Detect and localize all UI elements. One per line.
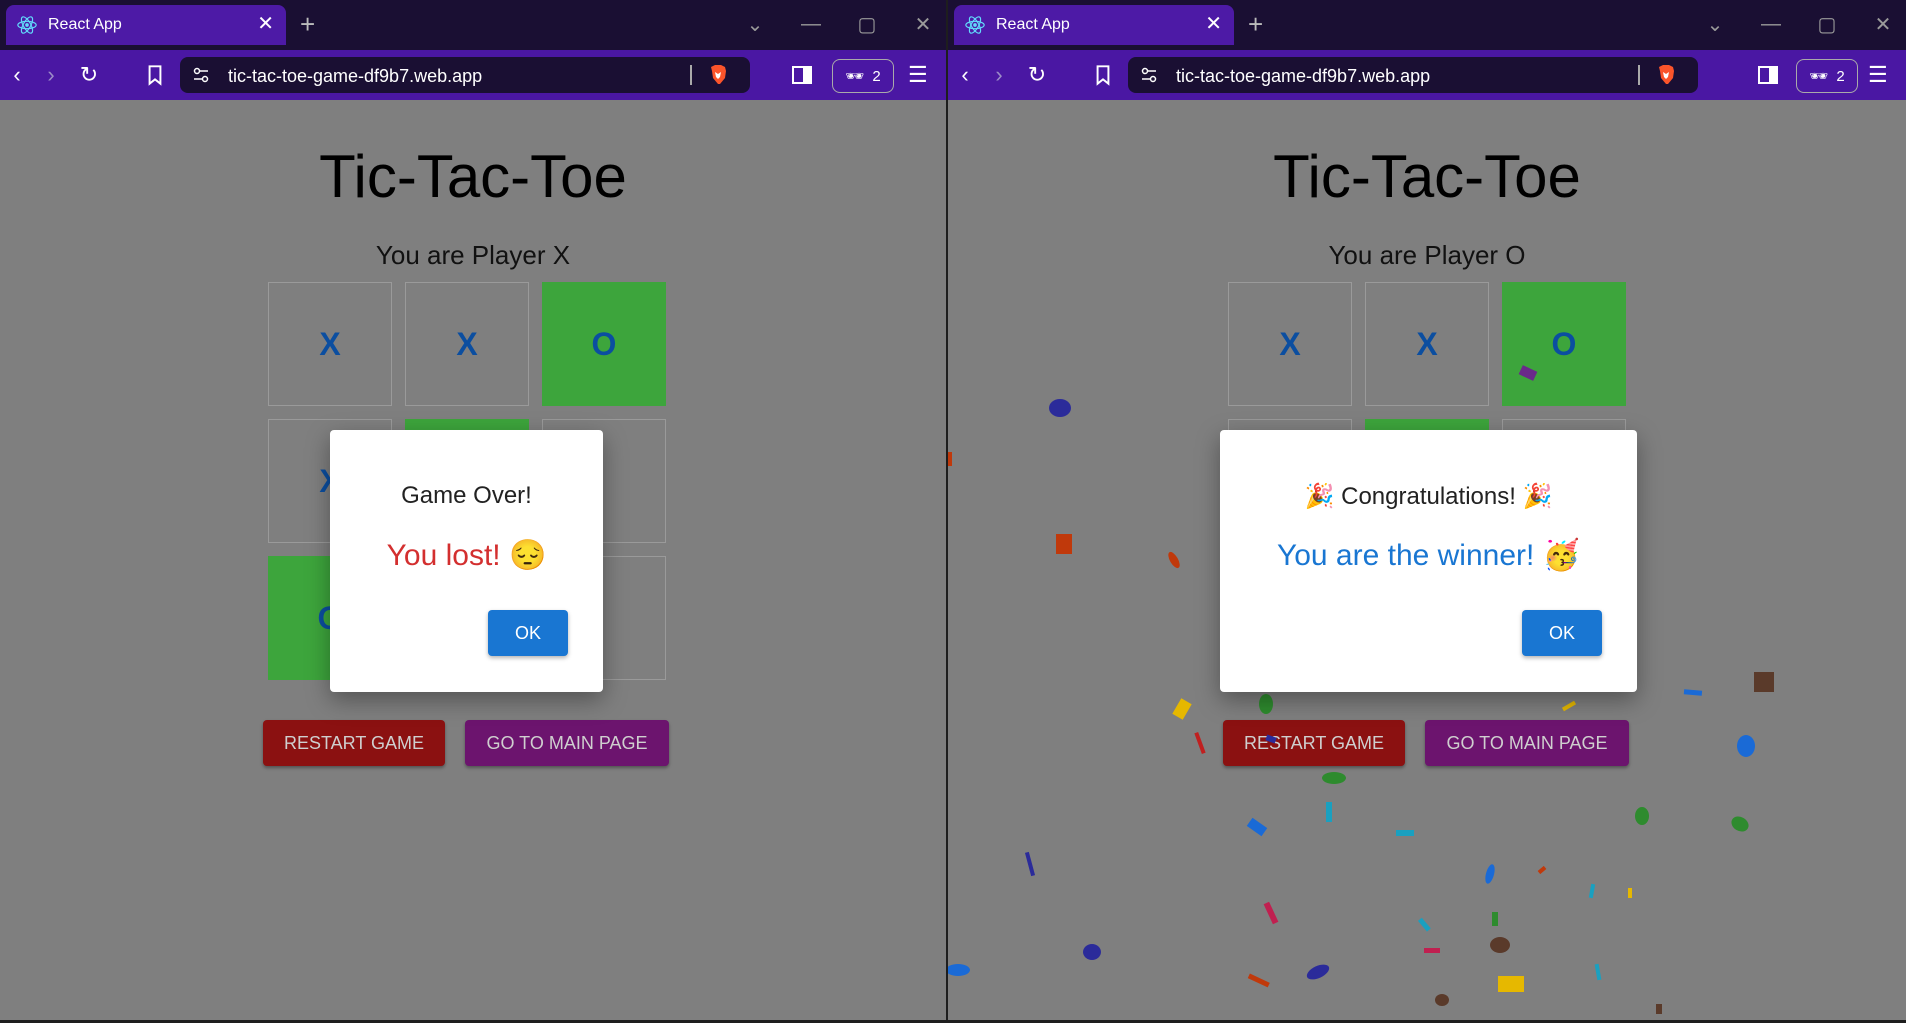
close-window-icon[interactable]: ✕: [1870, 12, 1896, 37]
page-title: Tic-Tac-Toe: [1273, 143, 1581, 210]
window-controls: ⌄ — ▢ ✕: [1702, 12, 1896, 37]
board-cell[interactable]: X: [1365, 282, 1489, 406]
tab-search-icon[interactable]: ⌄: [742, 12, 768, 37]
brave-lion-icon[interactable]: [708, 64, 728, 86]
game-over-dialog: Game Over! You lost! 😔 OK: [330, 430, 603, 692]
url-text: tic-tac-toe-game-df9b7.web.app: [228, 66, 483, 86]
board-cell[interactable]: X: [405, 282, 529, 406]
dialog-title: Game Over!: [401, 482, 532, 509]
bookmark-icon[interactable]: [142, 62, 168, 88]
minimize-icon[interactable]: —: [1758, 13, 1784, 36]
tab-react-app[interactable]: React App ✕: [6, 5, 286, 45]
back-arrow-icon[interactable]: ‹: [4, 62, 30, 88]
close-window-icon[interactable]: ✕: [910, 12, 936, 37]
reload-icon[interactable]: ↻: [76, 62, 102, 88]
player-indicator: You are Player X: [375, 240, 571, 270]
ok-button[interactable]: OK: [488, 610, 568, 656]
url-divider: [1638, 65, 1640, 85]
go-to-main-page-button[interactable]: GO TO MAIN PAGE: [1425, 720, 1629, 766]
shields-count: 2: [1836, 67, 1845, 85]
tab-close-icon[interactable]: ✕: [257, 14, 274, 34]
react-icon: [965, 16, 985, 34]
window-controls: ⌄ — ▢ ✕: [742, 12, 936, 37]
url-divider: [690, 65, 692, 85]
back-arrow-icon[interactable]: ‹: [952, 62, 978, 88]
board-cell[interactable]: O: [1502, 282, 1626, 406]
address-bar[interactable]: tic-tac-toe-game-df9b7.web.app: [180, 57, 750, 93]
tab-title: React App: [996, 16, 1070, 33]
extension-button[interactable]: 🕶 2: [832, 59, 894, 93]
maximize-icon[interactable]: ▢: [854, 12, 880, 37]
hamburger-menu-icon[interactable]: ☰: [908, 62, 928, 88]
ok-button[interactable]: OK: [1522, 610, 1602, 656]
forward-arrow-icon[interactable]: ›: [986, 62, 1012, 88]
tab-search-icon[interactable]: ⌄: [1702, 12, 1728, 37]
go-to-main-page-button[interactable]: GO TO MAIN PAGE: [465, 720, 669, 766]
site-settings-icon[interactable]: [1140, 66, 1158, 84]
new-tab-icon[interactable]: +: [300, 11, 315, 37]
url-text: tic-tac-toe-game-df9b7.web.app: [1176, 66, 1431, 86]
address-bar[interactable]: tic-tac-toe-game-df9b7.web.app: [1128, 57, 1698, 93]
sunglasses-icon: 🕶: [845, 68, 865, 85]
new-tab-icon[interactable]: +: [1248, 11, 1263, 37]
site-settings-icon[interactable]: [192, 66, 210, 84]
player-indicator: You are Player O: [1328, 240, 1526, 270]
dialog-message: You lost! 😔: [386, 539, 547, 572]
tab-title: React App: [48, 16, 122, 33]
board-cell[interactable]: X: [1228, 282, 1352, 406]
maximize-icon[interactable]: ▢: [1814, 12, 1840, 37]
page-title: Tic-Tac-Toe: [319, 143, 627, 210]
brave-lion-icon[interactable]: [1656, 64, 1676, 86]
browser-window-left: React App ✕ + ⌄ — ▢ ✕ ‹ › ↻ tic-tac-toe-…: [0, 0, 946, 1020]
congratulations-dialog: 🎉 Congratulations! 🎉 You are the winner!…: [1220, 430, 1637, 692]
sidebar-icon[interactable]: [790, 63, 814, 87]
hamburger-menu-icon[interactable]: ☰: [1868, 62, 1888, 88]
dialog-title: 🎉 Congratulations! 🎉: [1304, 483, 1553, 510]
toolbar: ‹ › ↻ tic-tac-toe-game-df9b7.web.app 🕶 2…: [948, 50, 1906, 100]
toolbar: ‹ › ↻ tic-tac-toe-game-df9b7.web.app 🕶 2…: [0, 50, 946, 100]
page-content: Tic-Tac-Toe You are Player X X X O X O R…: [0, 100, 946, 1020]
restart-game-button[interactable]: RESTART GAME: [263, 720, 445, 766]
shields-count: 2: [872, 67, 881, 85]
sidebar-icon[interactable]: [1756, 63, 1780, 87]
tab-close-icon[interactable]: ✕: [1205, 14, 1222, 34]
page-content: Tic-Tac-Toe You are Player O X X O RESTA…: [948, 100, 1906, 1020]
board-cell[interactable]: O: [542, 282, 666, 406]
tab-react-app[interactable]: React App ✕: [954, 5, 1234, 45]
title-bar: React App ✕ + ⌄ — ▢ ✕: [0, 0, 946, 50]
bookmark-icon[interactable]: [1090, 62, 1116, 88]
extension-button[interactable]: 🕶 2: [1796, 59, 1858, 93]
title-bar: React App ✕ + ⌄ — ▢ ✕: [948, 0, 1906, 50]
sunglasses-icon: 🕶: [1809, 68, 1829, 85]
react-icon: [17, 16, 37, 34]
board-cell[interactable]: X: [268, 282, 392, 406]
minimize-icon[interactable]: —: [798, 13, 824, 36]
reload-icon[interactable]: ↻: [1024, 62, 1050, 88]
restart-game-button[interactable]: RESTART GAME: [1223, 720, 1405, 766]
forward-arrow-icon[interactable]: ›: [38, 62, 64, 88]
browser-window-right: React App ✕ + ⌄ — ▢ ✕ ‹ › ↻ tic-tac-toe-…: [948, 0, 1906, 1020]
dialog-message: You are the winner! 🥳: [1276, 539, 1581, 572]
